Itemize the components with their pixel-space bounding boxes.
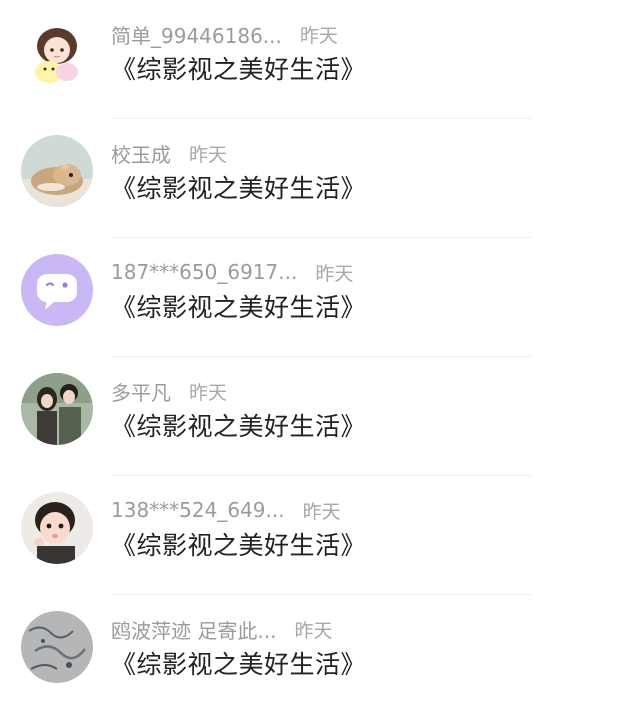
comment-item[interactable]: 187***650_6917... 昨天 《综影视之美好生活》 — [0, 238, 640, 357]
timestamp: 昨天 — [315, 262, 354, 285]
comment-meta: 多平凡 昨天 — [111, 377, 227, 405]
comment-text: 《综影视之美好生活》 — [111, 531, 367, 560]
comment-text: 《综影视之美好生活》 — [111, 650, 367, 679]
comment-item[interactable]: 138***524_649... 昨天 《综影视之美好生活》 — [0, 476, 640, 595]
comment-meta: 187***650_6917... 昨天 — [111, 258, 353, 286]
child-photo-avatar-icon — [21, 492, 93, 564]
comment-item[interactable]: 校玉成 昨天 《综影视之美好生活》 — [0, 119, 640, 238]
comment-list: 简单_99446186... 昨天 《综影视之美好生活》 校玉成 昨天 《综影视… — [0, 0, 640, 707]
avatar[interactable] — [21, 492, 93, 564]
anime-girl-avatar-icon — [21, 16, 93, 88]
timestamp: 昨天 — [189, 381, 228, 404]
comment-item[interactable]: 鸥波萍迹 足寄此... 昨天 《综影视之美好生活》 — [0, 595, 640, 714]
username[interactable]: 多平凡 — [111, 377, 171, 406]
avatar[interactable] — [21, 135, 93, 207]
username[interactable]: 简单_99446186... — [111, 20, 282, 49]
comment-item[interactable]: 简单_99446186... 昨天 《综影视之美好生活》 — [0, 0, 640, 119]
comment-text: 《综影视之美好生活》 — [111, 174, 367, 203]
hamster-avatar-icon — [21, 135, 93, 207]
comment-meta: 138***524_649... 昨天 — [111, 496, 341, 524]
username[interactable]: 138***524_649... — [111, 498, 285, 522]
timestamp: 昨天 — [189, 143, 228, 166]
avatar[interactable] — [21, 254, 93, 326]
comment-text: 《综影视之美好生活》 — [111, 412, 367, 441]
timestamp: 昨天 — [302, 500, 341, 523]
comment-item[interactable]: 多平凡 昨天 《综影视之美好生活》 — [0, 357, 640, 476]
avatar[interactable] — [21, 16, 93, 88]
avatar[interactable] — [21, 373, 93, 445]
timestamp: 昨天 — [294, 619, 333, 642]
timestamp: 昨天 — [299, 24, 338, 47]
comment-text: 《综影视之美好生活》 — [111, 55, 367, 84]
comment-meta: 鸥波萍迹 足寄此... 昨天 — [111, 615, 332, 643]
chat-bubble-avatar-icon — [21, 254, 93, 326]
comment-text: 《综影视之美好生活》 — [111, 293, 367, 322]
username[interactable]: 鸥波萍迹 足寄此... — [111, 615, 276, 644]
username[interactable]: 校玉成 — [111, 139, 171, 168]
couple-photo-avatar-icon — [21, 373, 93, 445]
ink-painting-avatar-icon — [21, 611, 93, 683]
comment-meta: 简单_99446186... 昨天 — [111, 20, 338, 48]
username[interactable]: 187***650_6917... — [111, 260, 297, 284]
comment-meta: 校玉成 昨天 — [111, 139, 227, 167]
avatar[interactable] — [21, 611, 93, 683]
